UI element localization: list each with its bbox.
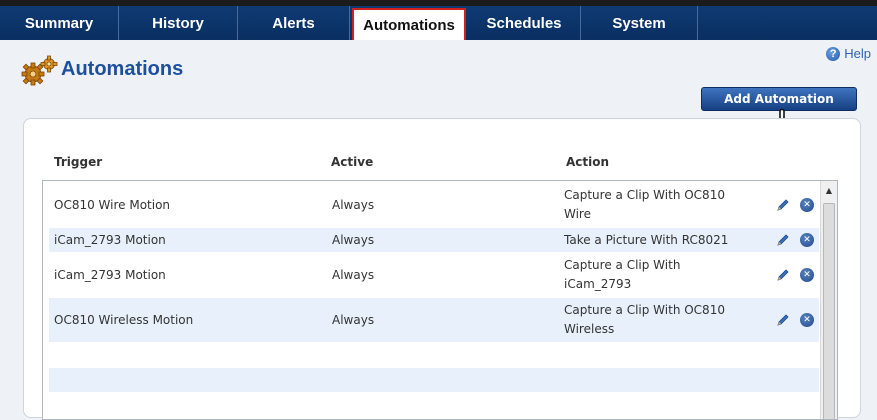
tab-automations[interactable]: Automations [352,8,466,40]
tab-summary[interactable]: Summary [0,6,119,40]
trigger-cell: OC810 Wire Motion [54,198,171,212]
pencil-edit-icon[interactable] [776,233,790,247]
table-row: iCam_2793 Motion Always Capture a Clip W… [49,253,819,297]
gears-icon [21,55,58,86]
help-label: Help [844,46,871,61]
pencil-edit-icon[interactable] [776,313,790,327]
delete-icon[interactable]: ✕ [800,198,814,212]
trigger-cell: iCam_2793 Motion [54,268,166,282]
action-cell: Capture a Clip With OC810 Wireless [564,298,764,342]
scroll-thumb[interactable] [823,203,835,419]
automations-table: OC810 Wire Motion Always Capture a Clip … [42,180,838,420]
active-cell: Always [332,198,375,212]
tab-history[interactable]: History [119,6,238,40]
delete-icon[interactable]: ✕ [800,313,814,327]
pencil-edit-icon[interactable] [776,268,790,282]
tab-system[interactable]: System [581,6,698,40]
column-header-trigger: Trigger [54,155,103,169]
help-icon: ? [826,46,841,61]
pencil-edit-icon[interactable] [776,198,790,212]
trigger-cell: iCam_2793 Motion [54,233,166,247]
table-row: OC810 Wire Motion Always Capture a Clip … [49,183,819,227]
action-line: Capture a Clip With OC810 [564,303,725,317]
action-line: Capture a Clip With [564,258,681,272]
active-cell: Always [332,268,375,282]
scroll-up-arrow-icon[interactable]: ▲ [821,183,837,197]
action-line: Take a Picture With RC8021 [564,232,729,247]
action-cell: Capture a Clip With OC810 Wire [564,183,764,227]
action-line: Wire [564,207,591,221]
page-title: Automations [61,58,184,80]
help-link[interactable]: ? Help [826,46,871,61]
action-line: Wireless [564,322,615,336]
action-line: Capture a Clip With OC810 [564,188,725,202]
trigger-cell: OC810 Wireless Motion [54,313,194,327]
action-cell: Capture a Clip With iCam_2793 [564,253,764,297]
action-line: iCam_2793 [564,277,632,291]
column-header-active: Active [331,155,374,169]
column-header-action: Action [566,155,610,169]
action-cell: Take a Picture With RC8021 [564,228,764,252]
table-row: iCam_2793 Motion Always Take a Picture W… [49,228,819,252]
table-row: OC810 Wireless Motion Always Capture a C… [49,298,819,342]
tab-alerts[interactable]: Alerts [238,6,350,40]
delete-icon[interactable]: ✕ [800,233,814,247]
main-tab-bar: Summary History Alerts Automations Sched… [0,0,877,40]
delete-icon[interactable]: ✕ [800,268,814,282]
tab-schedules[interactable]: Schedules [468,6,581,40]
table-row [49,368,819,392]
table-scrollbar[interactable]: ▲ [820,181,837,419]
active-cell: Always [332,313,375,327]
table-row [49,343,819,367]
active-cell: Always [332,233,375,247]
